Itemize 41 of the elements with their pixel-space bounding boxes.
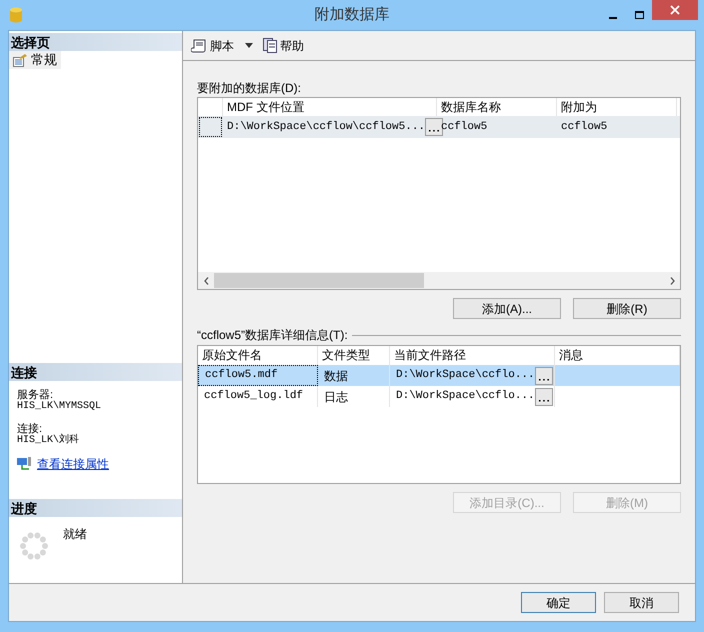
table-cell: D:\WorkSpace\ccflow\ccflow5... [223,116,437,138]
chevron-left-icon[interactable] [204,276,208,284]
row-header[interactable] [199,117,222,137]
table-cell: ccflow5_log.ldf [198,386,318,407]
server-name: HIS_LK\MYMSSQL [17,401,102,413]
table-cell: D:\WorkSpace\ccflo... [390,386,555,407]
server-label: 服务器: [17,389,54,401]
caret-icon [245,43,253,48]
progress-status: 就绪 [63,526,87,543]
close-button[interactable] [652,0,698,20]
section-label: 要附加的数据库(D): [197,80,302,97]
table-cell-text: ccflow5 [560,120,608,135]
section-label: “ccflow5”数据库详细信息(T): [197,327,348,344]
close-icon [670,5,680,15]
dialog-button[interactable]: 添加(A)... [453,298,561,319]
dialog-button[interactable]: 确定 [521,592,596,613]
spinner-icon [19,531,49,561]
scroll-icon [191,38,207,52]
section-header: 进度 [9,499,182,517]
connection-label: 连接: [17,423,42,435]
browse-button[interactable] [425,118,444,136]
connection-name: HIS_LK\刘科 [17,435,80,447]
section-header: 选择页 [9,33,182,51]
horizontal-scrollbar[interactable] [198,272,680,289]
window-title: 附加数据库 [314,4,390,25]
document-icon [263,38,277,53]
page-item[interactable]: 常规 [9,51,61,69]
section-header: 连接 [9,363,182,381]
table-cell: 日志 [318,386,390,407]
network-icon [17,457,31,471]
database-icon [10,7,22,23]
table-cell-text: ccflow5 [440,120,488,135]
connection-properties-link[interactable]: 查看连接属性 [37,458,109,470]
help-button[interactable]: 帮助 [263,36,304,54]
table-row[interactable]: ccflow5.mdf 数据 D:\WorkSpace\ccflo... [198,365,680,386]
dialog-button[interactable]: 取消 [604,592,679,613]
properties-icon [13,54,27,66]
dialog-button[interactable]: 删除(R) [573,298,681,319]
chevron-right-icon[interactable] [670,276,674,284]
script-button[interactable]: 脚本 [191,36,253,54]
table-row[interactable]: D:\WorkSpace\ccflow\ccflow5... ccflow5 ccflow5 [198,116,680,138]
